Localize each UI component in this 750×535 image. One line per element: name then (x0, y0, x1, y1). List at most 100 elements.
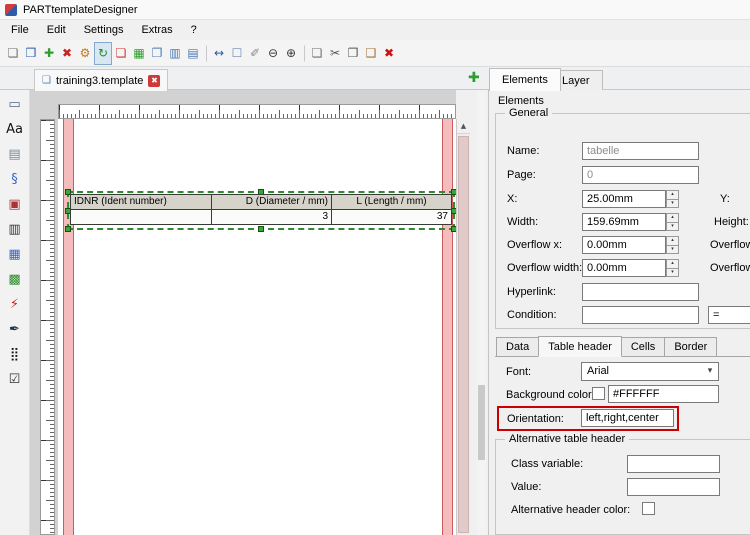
duplicate-button[interactable]: ❐ (148, 42, 166, 65)
list-tool-button[interactable]: ▥ (3, 219, 27, 241)
new-template-button[interactable]: ❏ (4, 42, 22, 65)
subtab-data[interactable]: Data (496, 337, 540, 356)
columns-icon: ▥ (169, 46, 181, 60)
pin-tool-button[interactable]: ✒ (3, 319, 27, 341)
background-color-swatch[interactable] (592, 387, 605, 400)
resize-handle[interactable] (65, 226, 71, 232)
curve-tool-button[interactable]: § (3, 169, 27, 191)
paste-button[interactable]: ❑ (362, 42, 380, 65)
condition-operator-field[interactable]: = (708, 306, 750, 324)
field-tool-button[interactable]: ▤ (3, 144, 27, 166)
refresh-icon: ↻ (97, 46, 109, 60)
copy-button[interactable]: ❐ (344, 42, 362, 65)
draw-button[interactable]: ✐ (246, 42, 264, 65)
canvas-vertical-scrollbar[interactable]: ▲ (456, 119, 470, 535)
gear-icon: ⚙ (79, 46, 91, 60)
class-variable-label: Class variable: (511, 458, 584, 470)
pdf-page-icon: ❏ (115, 46, 127, 60)
selection-frame-button[interactable]: ☐ (228, 42, 246, 65)
spin-down-icon[interactable]: ▾ (666, 222, 679, 231)
page-label: Page: (507, 169, 536, 181)
page-field[interactable]: 0 (582, 166, 699, 184)
export-pdf-button[interactable]: ❏ (112, 42, 130, 65)
spin-up-icon[interactable]: ▴ (666, 213, 679, 223)
scrollbar-thumb[interactable] (458, 136, 469, 533)
add-tab-icon[interactable]: ✚ (468, 70, 480, 86)
subtab-table-header[interactable]: Table header (538, 336, 622, 357)
spin-down-icon[interactable]: ▾ (666, 245, 679, 254)
text-tool-button[interactable]: Aa (3, 119, 27, 141)
overflow-x-stepper[interactable]: ▴ ▾ (666, 236, 679, 254)
alternative-header-color-swatch[interactable] (642, 502, 655, 515)
menu-settings[interactable]: Settings (75, 21, 133, 39)
page-icon: ❏ (311, 46, 323, 60)
preview-page-button[interactable]: ❏ (308, 42, 326, 65)
overflow-x-field[interactable]: 0.00mm (582, 236, 666, 254)
refresh-preview-button[interactable]: ↻ (94, 41, 112, 65)
action-tool-button[interactable]: ⚡ (3, 294, 27, 316)
rectangle-tool-button[interactable]: ▭ (3, 94, 27, 116)
x-field[interactable]: 25.00mm (582, 190, 666, 208)
add-button[interactable]: ✚ (40, 42, 58, 65)
overflow-y-label: Overflow y (710, 239, 750, 251)
fit-width-button[interactable]: ↔ (210, 42, 228, 65)
table-element[interactable]: IDNR (Ident number) D (Diameter / mm) 3 … (70, 194, 452, 225)
font-dropdown[interactable]: Arial ▾ (581, 362, 719, 381)
app-icon (5, 3, 17, 16)
spin-up-icon[interactable]: ▴ (666, 259, 679, 269)
menu-help[interactable]: ? (182, 21, 206, 39)
panel-scrollbar-thumb[interactable] (478, 385, 485, 460)
menu-file[interactable]: File (2, 21, 38, 39)
tab-elements[interactable]: Elements (489, 68, 561, 91)
delete-element-button[interactable]: ✖ (380, 42, 398, 65)
menu-edit[interactable]: Edit (38, 21, 75, 39)
datamatrix-tool-button[interactable]: ⣿ (3, 344, 27, 366)
cut-button[interactable]: ✂ (326, 42, 344, 65)
scroll-up-icon[interactable]: ▲ (457, 119, 470, 134)
condition-field[interactable] (582, 306, 699, 324)
layout-columns-button[interactable]: ▥ (166, 42, 184, 65)
table-tool-button[interactable]: ▦ (3, 244, 27, 266)
subtab-cells[interactable]: Cells (620, 337, 666, 356)
image-tool-button[interactable]: ▩ (3, 269, 27, 291)
spin-up-icon[interactable]: ▴ (666, 190, 679, 200)
panel-scrollbar[interactable] (477, 90, 486, 535)
checkbox-tool-button[interactable]: ☑ (3, 369, 27, 391)
name-label: Name: (507, 145, 540, 157)
rectangle-icon: ▭ (8, 97, 21, 112)
hyperlink-field[interactable] (582, 283, 699, 301)
spin-down-icon[interactable]: ▾ (666, 199, 679, 208)
layout-rows-button[interactable]: ▤ (184, 42, 202, 65)
orientation-field[interactable]: left,right,center (581, 409, 674, 427)
height-label: Height: (714, 216, 749, 228)
general-group: General Name: tabelle Page: 0 X: 25.00mm… (495, 107, 750, 329)
alternative-table-header-group: Alternative table header Class variable:… (495, 433, 750, 535)
insert-image-button[interactable]: ▦ (130, 42, 148, 65)
spin-down-icon[interactable]: ▾ (666, 268, 679, 277)
zoom-out-button[interactable]: ⊖ (264, 42, 282, 65)
resize-handle[interactable] (258, 226, 264, 232)
orientation-label: Orientation: (507, 413, 564, 425)
close-tab-icon[interactable]: ✖ (148, 74, 161, 87)
settings-button[interactable]: ⚙ (76, 42, 94, 65)
remove-button[interactable]: ✖ (58, 42, 76, 65)
overflow-width-stepper[interactable]: ▴ ▾ (666, 259, 679, 277)
tab-training3-template[interactable]: ❏ training3.template ✖ (34, 69, 169, 91)
zoom-out-icon: ⊖ (267, 46, 279, 60)
width-stepper[interactable]: ▴ ▾ (666, 213, 679, 231)
name-field[interactable]: tabelle (582, 142, 699, 160)
zoom-in-button[interactable]: ⊕ (282, 42, 300, 65)
class-variable-field[interactable] (627, 455, 720, 473)
table-value-cell (71, 210, 211, 224)
save-button[interactable]: ❒ (22, 42, 40, 65)
stamp-tool-button[interactable]: ▣ (3, 194, 27, 216)
overflow-width-field[interactable]: 0.00mm (582, 259, 666, 277)
menu-extras[interactable]: Extras (132, 21, 181, 39)
horizontal-arrow-icon: ↔ (213, 46, 225, 60)
width-field[interactable]: 159.69mm (582, 213, 666, 231)
value-field[interactable] (627, 478, 720, 496)
spin-up-icon[interactable]: ▴ (666, 236, 679, 246)
subtab-border[interactable]: Border (664, 337, 718, 356)
x-stepper[interactable]: ▴ ▾ (666, 190, 679, 208)
background-color-field[interactable]: #FFFFFF (608, 385, 719, 403)
